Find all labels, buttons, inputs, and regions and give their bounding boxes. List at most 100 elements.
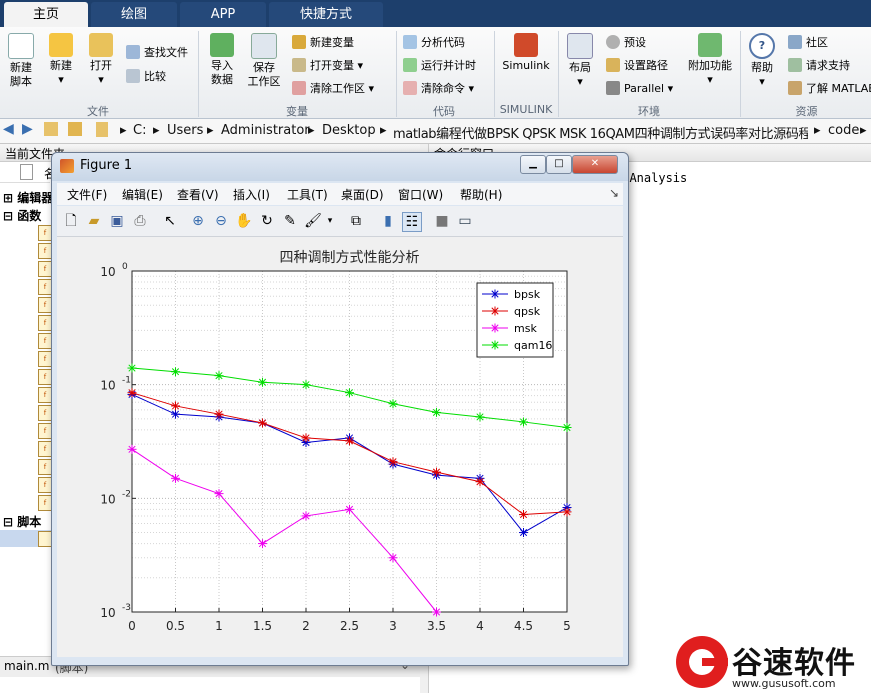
breadcrumb-item[interactable]: Administrator — [221, 123, 310, 138]
hide-plot-tools-icon[interactable]: ■ — [433, 212, 451, 230]
community-button[interactable]: 社区 — [788, 35, 828, 50]
function-file-icon[interactable]: f — [38, 297, 52, 313]
zoom-out-icon[interactable]: ⊖ — [212, 212, 230, 230]
tab-shortcuts[interactable]: 快捷方式 — [269, 2, 383, 27]
open-variable-label: 打开变量 — [310, 59, 354, 72]
open-file-icon[interactable]: ▰ — [85, 212, 103, 230]
learn-matlab-button[interactable]: 了解 MATLAB — [788, 81, 871, 96]
legend-icon[interactable]: ☷ — [402, 212, 422, 232]
figure-window[interactable]: Figure 1 ▁ □ ✕ 文件(F) 编辑(E) 查看(V) 插入(I) 工… — [51, 152, 629, 666]
breadcrumb-item[interactable]: code — [828, 123, 859, 138]
zoom-in-icon[interactable]: ⊕ — [189, 212, 207, 230]
find-files-label: 查找文件 — [144, 46, 188, 59]
help-button[interactable]: ? 帮助 ▾ — [746, 33, 778, 89]
function-file-icon[interactable]: f — [38, 459, 52, 475]
breadcrumb-item[interactable]: Desktop — [322, 123, 376, 138]
new-script-button[interactable]: 新建 脚本 — [4, 33, 38, 89]
menu-view[interactable]: 查看(V) — [177, 186, 219, 203]
forward-arrow-icon[interactable]: ▶ — [22, 121, 33, 137]
run-and-time-button[interactable]: 运行并计时 — [403, 58, 476, 73]
open-button[interactable]: 打开 ▾ — [84, 33, 118, 87]
new-button[interactable]: 新建 ▾ — [44, 33, 78, 87]
function-file-icon[interactable]: f — [38, 261, 52, 277]
function-file-icon[interactable]: f — [38, 225, 52, 241]
function-file-icon[interactable]: f — [38, 423, 52, 439]
menu-help[interactable]: 帮助(H) — [460, 186, 502, 203]
x-tick-label: 3.5 — [427, 619, 446, 633]
pan-hand-icon[interactable]: ✋ — [235, 212, 253, 230]
maximize-button[interactable]: □ — [546, 155, 572, 174]
menu-edit[interactable]: 编辑(E) — [122, 186, 163, 203]
breadcrumb-item[interactable]: C: — [133, 123, 146, 138]
menu-tools[interactable]: 工具(T) — [287, 186, 328, 203]
new-variable-button[interactable]: 新建变量 — [292, 35, 354, 50]
tab-plots[interactable]: 绘图 — [91, 2, 177, 27]
simulink-button[interactable]: Simulink — [500, 33, 552, 73]
expand-icon[interactable]: ⊞ — [3, 191, 13, 205]
function-file-icon[interactable]: f — [38, 333, 52, 349]
selected-script-row[interactable] — [0, 530, 52, 547]
function-file-icon[interactable]: f — [38, 477, 52, 493]
tab-home[interactable]: 主页 — [4, 2, 88, 27]
rotate-3d-icon[interactable]: ↻ — [258, 212, 276, 230]
pointer-icon[interactable]: ↖ — [161, 212, 179, 230]
figure-title-bar[interactable]: Figure 1 ▁ □ ✕ — [52, 153, 628, 181]
browse-folder-icon[interactable] — [68, 122, 82, 136]
function-file-icon[interactable]: f — [38, 387, 52, 403]
parallel-button[interactable]: Parallel ▾ — [606, 81, 673, 96]
menu-file[interactable]: 文件(F) — [67, 186, 107, 203]
clear-workspace-button[interactable]: 清除工作区 ▾ — [292, 81, 374, 96]
tab-apps[interactable]: APP — [180, 2, 266, 27]
clear-commands-button[interactable]: 清除命令 ▾ — [403, 81, 474, 96]
tree-node-editor[interactable]: ⊞ 编辑器 — [3, 189, 53, 206]
preferences-button[interactable]: 预设 — [606, 35, 646, 50]
menu-insert[interactable]: 插入(I) — [233, 186, 270, 203]
show-plot-tools-icon[interactable]: ▭ — [456, 212, 474, 230]
minimize-button[interactable]: ▁ — [520, 155, 546, 174]
function-file-icon[interactable]: f — [38, 243, 52, 259]
set-path-button[interactable]: 设置路径 — [606, 58, 668, 73]
find-files-button[interactable]: 查找文件 — [126, 45, 188, 60]
close-button[interactable]: ✕ — [572, 155, 618, 174]
add-ons-button[interactable]: 附加功能 ▾ — [684, 33, 736, 87]
colorbar-icon[interactable]: ▮ — [379, 212, 397, 230]
function-file-icon[interactable]: f — [38, 351, 52, 367]
collapse-icon[interactable]: ⊟ — [3, 209, 13, 223]
set-path-icon — [606, 58, 620, 72]
compare-button[interactable]: 比较 — [126, 69, 166, 84]
chevron-down-icon[interactable]: ▾ — [321, 212, 339, 230]
save-workspace-button[interactable]: 保存 工作区 — [244, 33, 284, 89]
find-files-icon — [126, 45, 140, 59]
function-file-icon[interactable]: f — [38, 405, 52, 421]
tree-node-scripts[interactable]: ⊟ 脚本 — [3, 513, 41, 530]
new-figure-icon[interactable]: 🗋 — [62, 212, 80, 230]
import-data-button[interactable]: 导入 数据 — [204, 33, 240, 87]
breadcrumb-item[interactable]: Users — [167, 123, 203, 138]
function-file-icon[interactable]: f — [38, 369, 52, 385]
analyze-code-button[interactable]: 分析代码 — [403, 35, 465, 50]
tree-node-functions[interactable]: ⊟ 函数 — [3, 207, 41, 224]
function-file-icon[interactable]: f — [38, 495, 52, 511]
brush-icon[interactable]: 🖌 — [304, 212, 322, 230]
back-arrow-icon[interactable]: ◀ — [3, 121, 14, 137]
dock-arrow-icon[interactable]: ↘ — [609, 186, 619, 200]
up-folder-icon[interactable] — [44, 122, 58, 136]
print-icon[interactable]: ⎙ — [131, 212, 149, 230]
save-icon[interactable]: ▣ — [108, 212, 126, 230]
data-point — [171, 401, 180, 411]
data-cursor-icon[interactable]: ✎ — [281, 212, 299, 230]
legend-label: qam16 — [514, 339, 552, 352]
function-file-icon[interactable]: f — [38, 315, 52, 331]
collapse-icon[interactable]: ⊟ — [3, 515, 13, 529]
menu-window[interactable]: 窗口(W) — [398, 186, 443, 203]
chart-title: 四种调制方式性能分析 — [280, 250, 420, 266]
data-point — [432, 607, 441, 617]
function-file-icon[interactable]: f — [38, 441, 52, 457]
function-file-icon[interactable]: f — [38, 279, 52, 295]
link-plot-icon[interactable]: ⧉ — [347, 212, 365, 230]
layout-button[interactable]: 布局 ▾ — [564, 33, 596, 89]
breadcrumb-item[interactable]: matlab编程代做BPSK QPSK MSK 16QAM四种调制方式误码率对比… — [393, 123, 808, 142]
open-variable-button[interactable]: 打开变量 ▾ — [292, 58, 363, 73]
menu-desktop[interactable]: 桌面(D) — [341, 186, 384, 203]
request-support-button[interactable]: 请求支持 — [788, 58, 850, 73]
